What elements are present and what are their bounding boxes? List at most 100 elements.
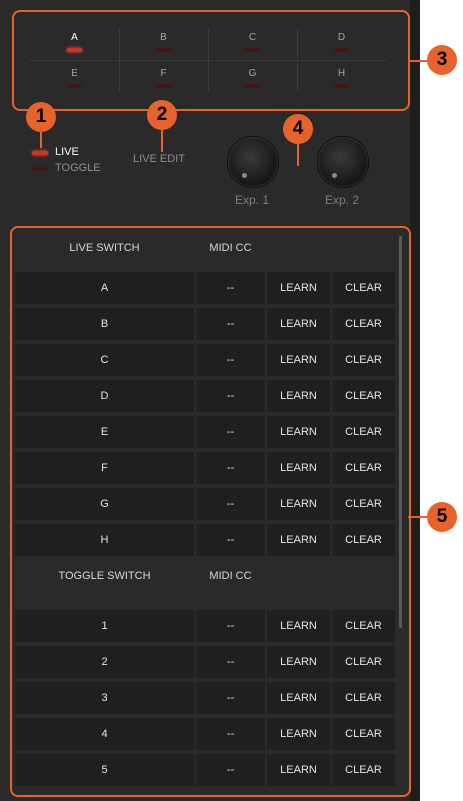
switch-label: G [248,68,257,79]
clear-button[interactable]: CLEAR [332,272,395,304]
switch-led [334,48,349,52]
learn-button[interactable]: LEARN [267,488,330,520]
exp2-label: Exp. 2 [324,193,360,207]
switch-grid: A B C D E F G H [30,24,386,96]
switch-name-cell: G [15,488,194,520]
switch-h[interactable]: H [297,60,386,96]
learn-button[interactable]: LEARN [267,718,330,750]
knob-indicator [242,173,247,178]
learn-button[interactable]: LEARN [267,416,330,448]
live-edit-button[interactable]: LIVE EDIT [133,153,185,165]
switch-led [67,84,82,88]
cc-value-cell: -- [196,610,265,642]
learn-button[interactable]: LEARN [267,682,330,714]
learn-button[interactable]: LEARN [267,524,330,556]
clear-button[interactable]: CLEAR [332,308,395,340]
clear-button[interactable]: CLEAR [332,754,395,786]
switch-b[interactable]: B [119,24,208,60]
clear-button[interactable]: CLEAR [332,646,395,678]
switch-led [67,48,82,52]
learn-button[interactable]: LEARN [267,272,330,304]
switch-label: E [71,68,78,79]
clear-button[interactable]: CLEAR [332,718,395,750]
cc-value-cell: -- [196,416,265,448]
toggle-header-row: TOGGLE SWITCH MIDI CC [15,560,395,592]
clear-button[interactable]: CLEAR [332,380,395,412]
clear-button[interactable]: CLEAR [332,488,395,520]
exp1-label: Exp. 1 [234,193,270,207]
switch-g[interactable]: G [208,60,297,96]
callout-1-stem [40,132,42,148]
toggle-mode-led[interactable] [32,167,48,171]
switch-name-cell: C [15,344,194,376]
cc-value-cell: -- [196,488,265,520]
toggle-mode-label[interactable]: TOGGLE [55,162,101,174]
switch-name-cell: 5 [15,754,194,786]
learn-button[interactable]: LEARN [267,754,330,786]
learn-button[interactable]: LEARN [267,610,330,642]
switch-f[interactable]: F [119,60,208,96]
knob-indicator [332,173,337,178]
callout-badge-3: 3 [427,45,457,75]
exp1-knob[interactable] [227,136,279,188]
switch-e[interactable]: E [30,60,119,96]
cc-value-cell: -- [196,718,265,750]
switch-led [245,48,260,52]
table-row: H -- LEARN CLEAR [15,524,395,556]
learn-button[interactable]: LEARN [267,380,330,412]
learn-button[interactable]: LEARN [267,452,330,484]
switch-label: F [160,68,167,79]
exp2-knob[interactable] [317,136,369,188]
switch-a[interactable]: A [30,24,119,60]
callout-badge-1: 1 [26,102,56,132]
switch-name-cell: 3 [15,682,194,714]
learn-button[interactable]: LEARN [267,344,330,376]
cc-value-cell: -- [196,272,265,304]
cc-value-cell: -- [196,308,265,340]
table-row: B -- LEARN CLEAR [15,308,395,340]
switch-led [156,84,171,88]
switch-name-cell: D [15,380,194,412]
cc-value-cell: -- [196,646,265,678]
table-row: 1 -- LEARN CLEAR [15,610,395,642]
live-mode-led[interactable] [32,151,48,155]
table-row: D -- LEARN CLEAR [15,380,395,412]
callout-4-stem [297,144,299,166]
clear-button[interactable]: CLEAR [332,452,395,484]
switch-name-cell: 1 [15,610,194,642]
switch-name-cell: H [15,524,194,556]
callout-badge-4: 4 [283,114,313,144]
switch-led [334,84,349,88]
switch-label: A [71,32,78,43]
clear-button[interactable]: CLEAR [332,344,395,376]
switch-label: H [337,68,346,79]
callout-2-stem [161,130,163,152]
clear-button[interactable]: CLEAR [332,524,395,556]
column-header-cc: MIDI CC [209,242,252,254]
callout-badge-5: 5 [427,502,457,532]
clear-button[interactable]: CLEAR [332,682,395,714]
column-header-cc: MIDI CC [209,570,252,582]
table-row: E -- LEARN CLEAR [15,416,395,448]
table-row: A -- LEARN CLEAR [15,272,395,304]
callout-badge-2: 2 [147,100,177,130]
switch-name-cell: 2 [15,646,194,678]
table-row: F -- LEARN CLEAR [15,452,395,484]
cc-value-cell: -- [196,682,265,714]
switch-name-cell: F [15,452,194,484]
table-row: 2 -- LEARN CLEAR [15,646,395,678]
table-row: 4 -- LEARN CLEAR [15,718,395,750]
cc-value-cell: -- [196,380,265,412]
table-scrollbar[interactable] [399,236,402,628]
switch-label: C [248,32,257,43]
switch-d[interactable]: D [297,24,386,60]
table-row: G -- LEARN CLEAR [15,488,395,520]
live-mode-label[interactable]: LIVE [55,146,79,158]
switch-led [245,84,260,88]
clear-button[interactable]: CLEAR [332,610,395,642]
learn-button[interactable]: LEARN [267,308,330,340]
clear-button[interactable]: CLEAR [332,416,395,448]
learn-button[interactable]: LEARN [267,646,330,678]
switch-c[interactable]: C [208,24,297,60]
cc-value-cell: -- [196,524,265,556]
